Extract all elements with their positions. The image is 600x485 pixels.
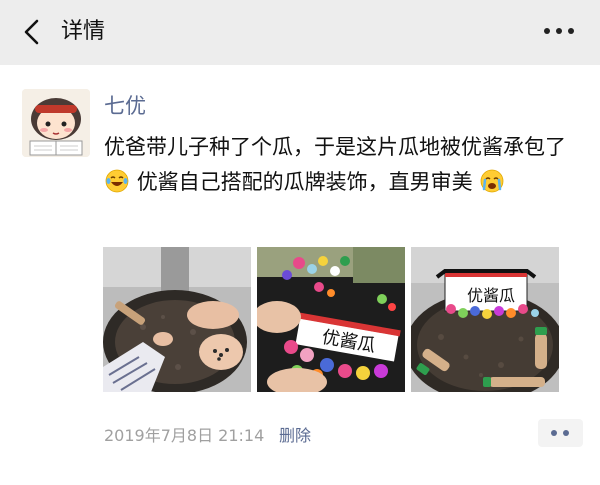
laughing-tears-emoji-icon: [105, 169, 129, 192]
more-dots-icon[interactable]: [544, 28, 574, 38]
top-navigation-bar: 详情: [0, 0, 600, 65]
chevron-left-icon[interactable]: [18, 16, 48, 48]
post-text-segment-1: 优爸带儿子种了个瓜，于是这片瓜地被优酱承包了: [104, 135, 566, 159]
post-author-name[interactable]: 七优: [104, 92, 146, 120]
post-text: 优爸带儿子种了个瓜，于是这片瓜地被优酱承包了 优酱自己搭配的瓜牌装饰，直男审美: [104, 130, 574, 199]
post-text-segment-2: 优酱自己搭配的瓜牌装饰，直男审美: [136, 169, 473, 194]
making-melon-sign-image: 优酱瓜: [257, 247, 405, 392]
delete-button[interactable]: 删除: [279, 425, 311, 447]
post-photo-1[interactable]: [103, 247, 251, 392]
post-photo-2[interactable]: 优酱瓜: [257, 247, 405, 392]
crying-emoji-icon: [480, 169, 504, 192]
comment-dots-icon[interactable]: [538, 419, 583, 447]
avatar[interactable]: [22, 89, 90, 157]
decorated-melon-patch-image: 优酱瓜: [411, 247, 559, 392]
cartoon-girl-avatar-image: [22, 89, 90, 157]
melon-sign-text-2: 优酱瓜: [467, 286, 515, 305]
post-timestamp: 2019年7月8日 21:14: [104, 426, 265, 445]
page-title: 详情: [61, 19, 106, 44]
hands-planting-seeds-image: [103, 247, 251, 392]
post-photo-3[interactable]: 优酱瓜: [411, 247, 559, 392]
